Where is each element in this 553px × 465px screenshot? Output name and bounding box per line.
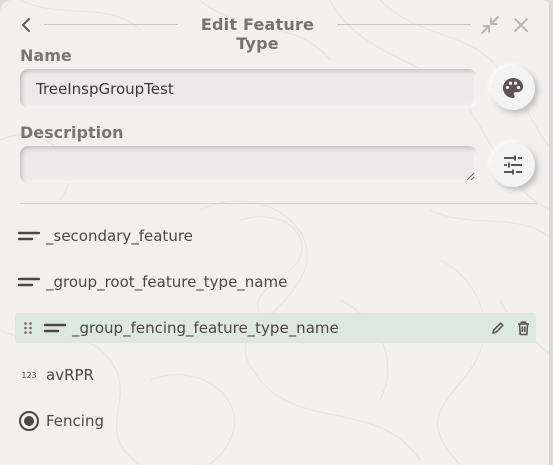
page-title: Edit Feature Type [200, 15, 315, 53]
name-label: Name [20, 46, 72, 65]
header-line-right [337, 24, 471, 25]
palette-icon [503, 78, 523, 98]
field-item-secondary-feature[interactable]: _secondary_feature [15, 221, 536, 251]
edit-feature-type-panel: Edit Feature Type Name Desc [0, 0, 553, 465]
text-field-icon [17, 277, 41, 287]
field-item-label: _group_fencing_feature_type_name [72, 319, 339, 337]
drag-handle-icon[interactable] [21, 322, 35, 334]
header: Edit Feature Type [0, 0, 553, 53]
color-palette-button[interactable] [491, 66, 535, 110]
chevron-left-icon [22, 18, 30, 32]
header-line-left [44, 24, 178, 25]
field-item-label: avRPR [46, 366, 94, 384]
row-actions [491, 313, 530, 343]
delete-icon[interactable] [517, 320, 530, 336]
text-field-icon [43, 323, 67, 333]
field-item-group-root-feature-type-name[interactable]: _group_root_feature_type_name [15, 267, 536, 297]
name-field-wrapper [20, 69, 477, 108]
field-item-fencing[interactable]: Fencing [15, 406, 536, 436]
close-button[interactable] [511, 14, 531, 36]
panel-edge [549, 0, 553, 465]
field-item-label: Fencing [46, 412, 104, 430]
field-settings-button[interactable] [491, 143, 535, 187]
field-item-group-fencing-feature-type-name[interactable]: _group_fencing_feature_type_name [15, 313, 536, 343]
field-item-label: _group_root_feature_type_name [46, 273, 288, 291]
edit-icon[interactable] [491, 321, 505, 335]
collapse-button[interactable] [479, 14, 501, 36]
resize-grip-icon[interactable] [466, 172, 475, 181]
back-button[interactable] [16, 14, 36, 36]
field-item-avrpr[interactable]: 123 avRPR [15, 360, 536, 390]
description-textarea[interactable] [20, 146, 477, 183]
radio-icon[interactable] [17, 410, 41, 432]
collapse-arrows-icon [481, 16, 499, 34]
section-divider [20, 203, 537, 204]
number-field-icon: 123 [21, 370, 37, 380]
text-field-icon [17, 231, 41, 241]
close-icon [514, 18, 528, 32]
field-item-label: _secondary_feature [46, 227, 193, 245]
description-label: Description [20, 123, 124, 142]
tune-icon [504, 155, 522, 175]
description-field-wrapper [20, 146, 477, 183]
name-input[interactable] [20, 69, 477, 108]
